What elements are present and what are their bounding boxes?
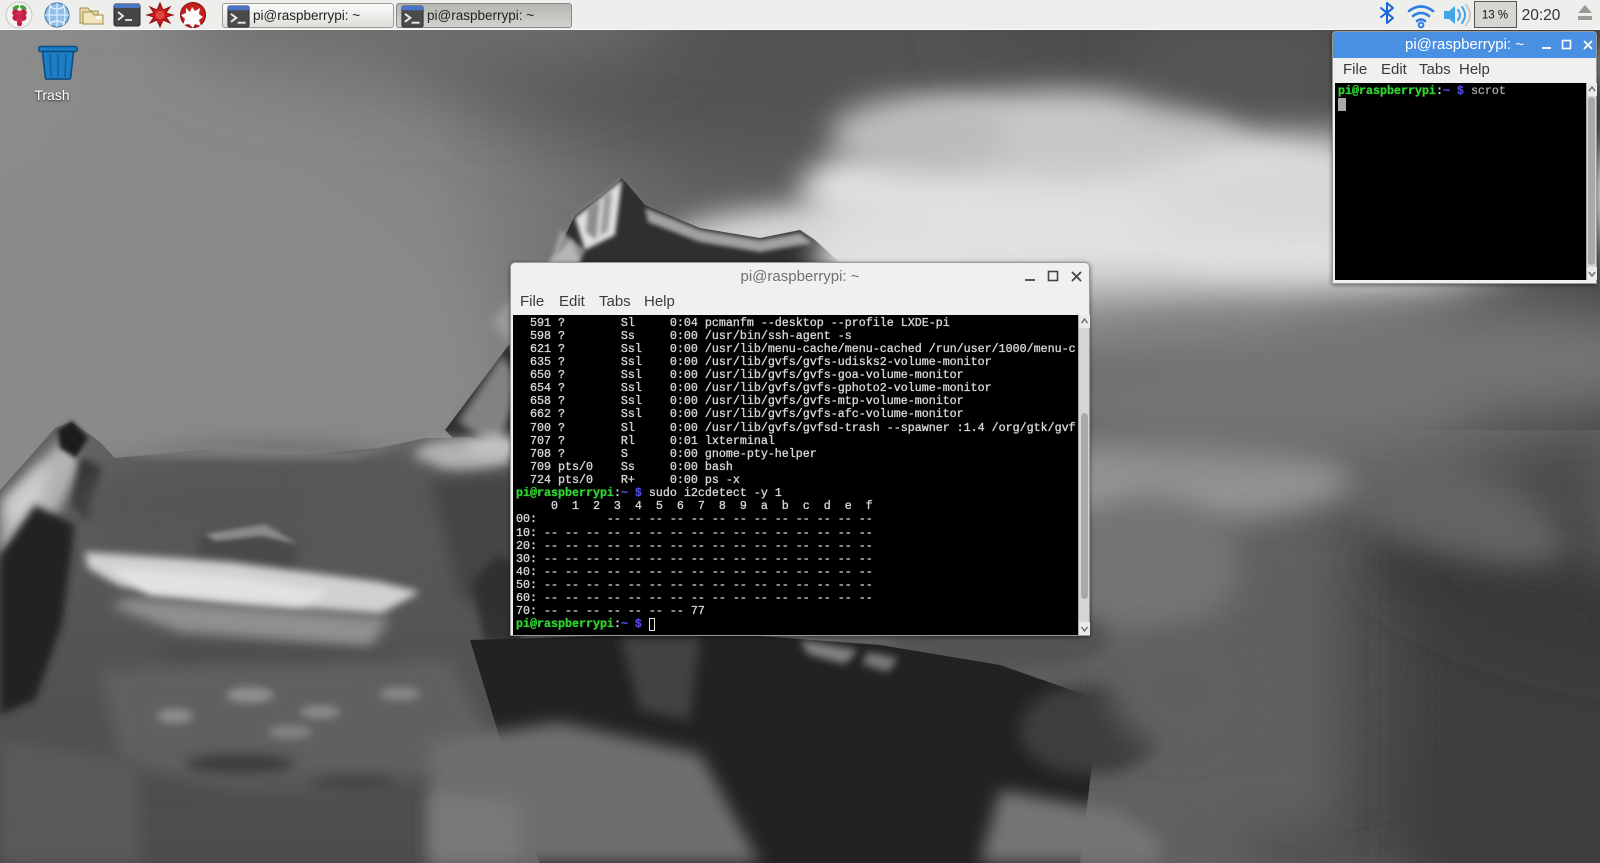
svg-text:20:20: 20:20 <box>1522 7 1561 24</box>
svg-text:13 %: 13 % <box>1482 10 1508 22</box>
